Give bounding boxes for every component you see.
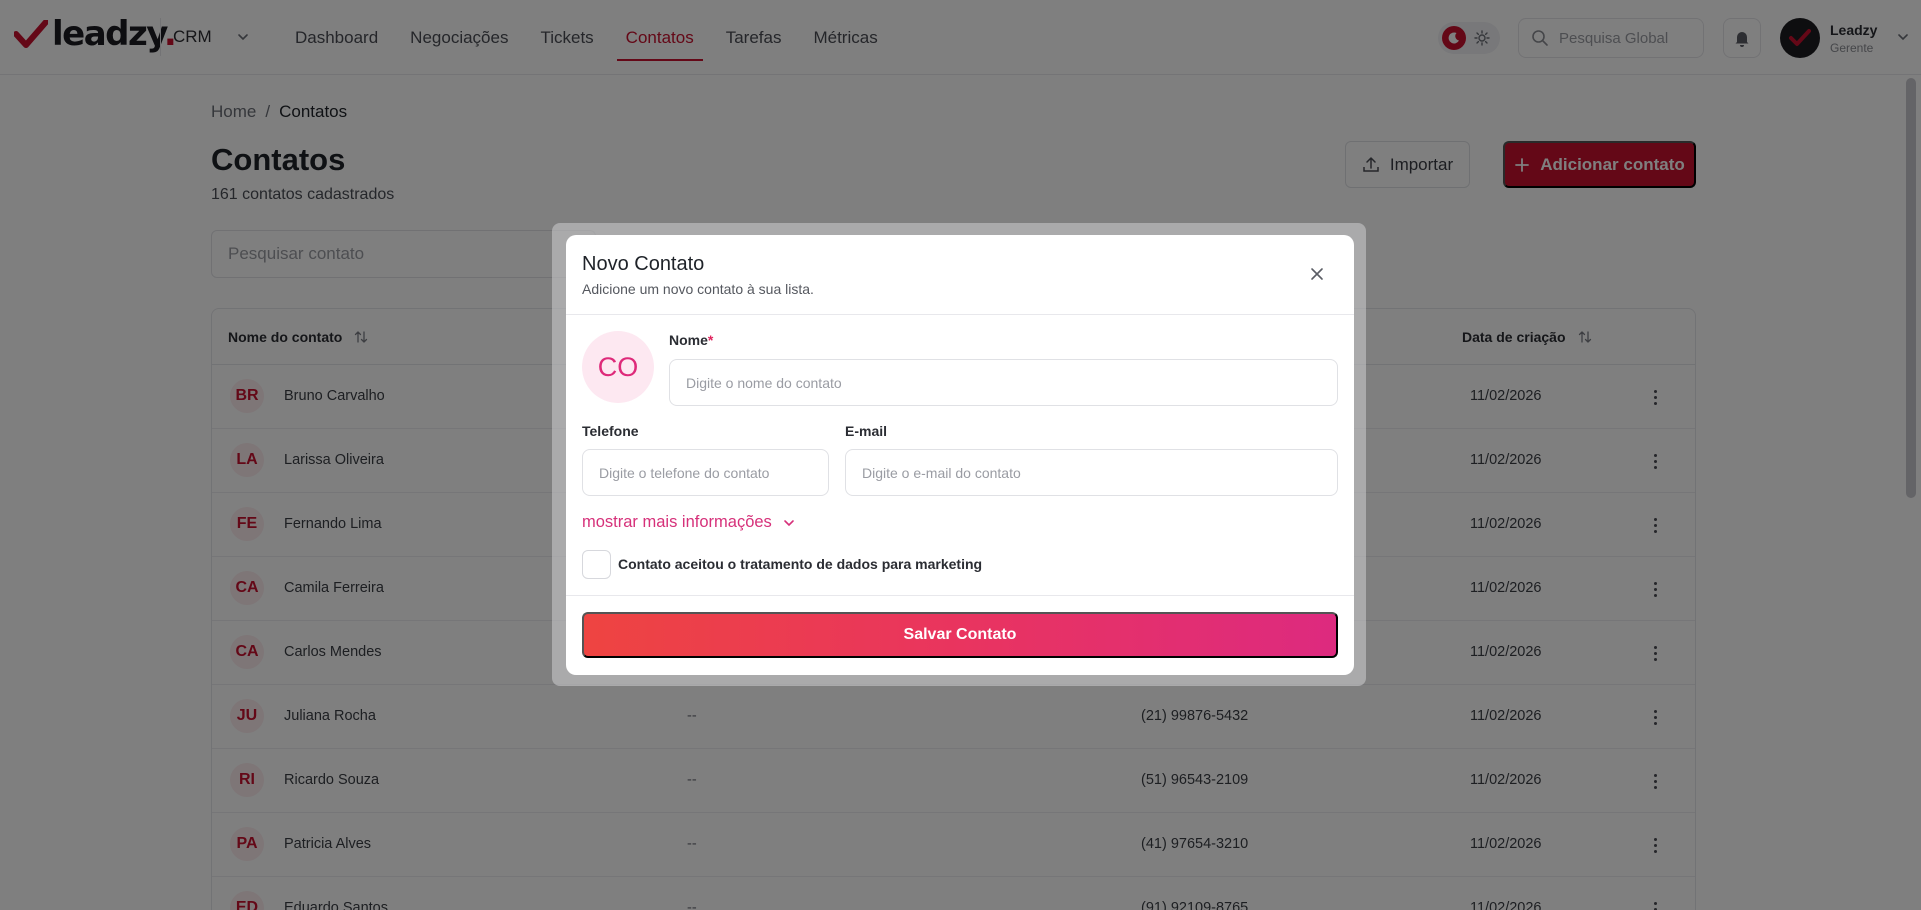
- save-contact-button[interactable]: Salvar Contato: [582, 612, 1338, 658]
- modal-description: Adicione um novo contato à sua lista.: [582, 281, 814, 297]
- email-input[interactable]: Digite o e-mail do contato: [845, 449, 1338, 496]
- show-more-info-toggle[interactable]: mostrar mais informações: [582, 513, 796, 532]
- marketing-consent-label: Contato aceitou o tratamento de dados pa…: [618, 556, 983, 572]
- required-mark: *: [707, 332, 714, 348]
- modal-divider: [566, 595, 1354, 596]
- close-icon[interactable]: [1308, 265, 1326, 283]
- phone-input[interactable]: Digite o telefone do contato: [582, 449, 829, 496]
- name-field-label: Nome*: [669, 332, 713, 348]
- modal-title: Novo Contato: [582, 253, 705, 275]
- modal-header: Novo Contato Adicione um novo contato à …: [566, 235, 1354, 315]
- name-input-placeholder: Digite o nome do contato: [686, 374, 842, 391]
- phone-field-label: Telefone: [582, 423, 639, 439]
- phone-input-placeholder: Digite o telefone do contato: [599, 464, 770, 481]
- chevron-down-icon: [784, 519, 794, 526]
- marketing-consent-checkbox[interactable]: [582, 550, 611, 579]
- contact-avatar-preview: CO: [582, 331, 654, 403]
- show-more-info-label: mostrar mais informações: [582, 513, 772, 531]
- name-label-text: Nome: [669, 332, 708, 348]
- email-field-label: E-mail: [845, 423, 888, 439]
- new-contact-modal: Novo Contato Adicione um novo contato à …: [566, 235, 1354, 675]
- email-input-placeholder: Digite o e-mail do contato: [862, 464, 1021, 481]
- name-input[interactable]: Digite o nome do contato: [669, 359, 1338, 406]
